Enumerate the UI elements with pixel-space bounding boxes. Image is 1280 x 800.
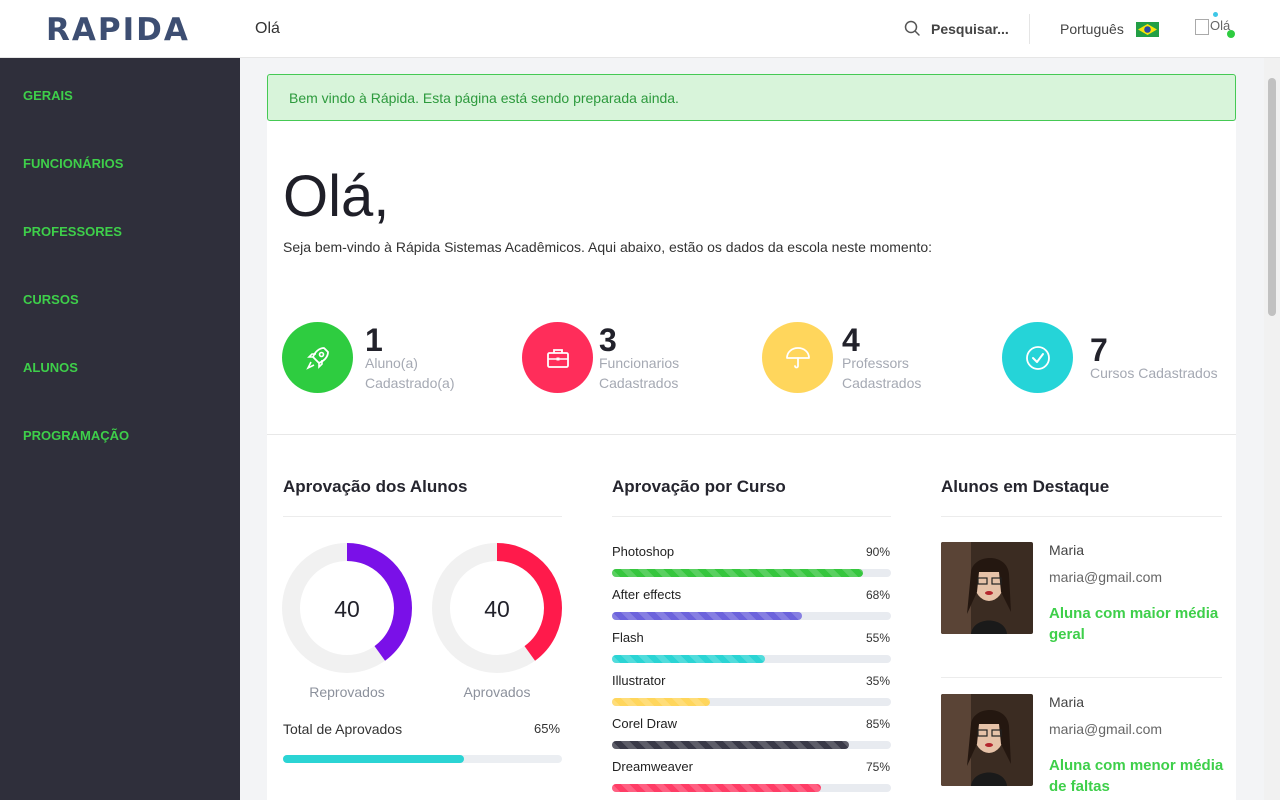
language-label: Português [1060,21,1124,37]
course-percent: 75% [866,760,891,774]
course-percent: 35% [866,674,891,688]
course-progress-fill [612,569,864,577]
online-status-dot [1227,30,1235,38]
page-scrollbar[interactable] [1264,58,1280,800]
search-icon[interactable] [903,19,923,39]
donut-label-aprovados: Aprovados [463,684,531,700]
course-label: Dreamweaver [612,759,693,774]
course-percent: 55% [866,631,891,645]
featured-title: Alunos em Destaque [941,477,1110,496]
approval-divider [283,516,562,517]
total-approved-percent: 65% [534,721,561,736]
broken-image-icon [1195,18,1209,35]
donut-label-reprovados: Reprovados [309,684,385,700]
course-progress-bar [612,784,891,792]
courses-divider [612,516,891,517]
rocket-icon [282,322,353,393]
stat-professors-label: Professors Cadastrados [842,355,922,391]
student-highlight: Aluna com maior média geral [1049,605,1219,643]
donut-value-reprovados: 40 [334,596,360,622]
hero-subtitle: Seja bem-vindo à Rápida Sistemas Acadêmi… [283,239,933,255]
course-progress-bar [612,569,891,577]
sidebar: GERAIS FUNCIONÁRIOS PROFESSORES CURSOS A… [0,58,240,800]
sidebar-item-gerais[interactable]: GERAIS [23,88,73,103]
scrollbar-thumb[interactable] [1268,78,1276,316]
sidebar-item-professores[interactable]: PROFESSORES [23,224,122,239]
course-percent: 68% [866,588,891,602]
student-email: maria@gmail.com [1049,721,1163,737]
check-circle-icon [1002,322,1073,393]
course-progress-bar [612,612,891,620]
stat-employees-label: Funcionarios Cadastrados [599,355,680,391]
total-approved-progress [283,755,562,763]
top-header: RAPIDA Olá Português Olá [0,0,1280,58]
student-divider [941,677,1222,678]
welcome-alert: Bem vindo à Rápida. Esta página está sen… [267,74,1236,121]
student-name: Maria [1049,694,1085,710]
search-input[interactable] [931,21,1026,37]
header-divider [1029,14,1030,44]
student-photo [941,694,1033,786]
sidebar-item-alunos[interactable]: ALUNOS [23,360,78,375]
student-email: maria@gmail.com [1049,569,1163,585]
course-label: Photoshop [612,544,675,559]
course-progress-fill [612,612,802,620]
course-progress-fill [612,784,822,792]
sidebar-item-funcionarios[interactable]: FUNCIONÁRIOS [23,156,123,171]
search-box[interactable] [903,19,1026,39]
user-avatar[interactable]: Olá [1195,18,1230,35]
stat-students-label: Aluno(a) Cadastrado(a) [365,355,455,391]
course-progress-fill [612,741,850,749]
course-progress-bar [612,698,891,706]
language-selector[interactable]: Português [1060,21,1159,37]
app-logo[interactable]: RAPIDA [46,12,190,48]
brazil-flag-icon [1135,21,1159,37]
course-progress-bar [612,741,891,749]
course-label: Illustrator [612,673,666,688]
course-percent: 90% [866,545,891,559]
course-label: Corel Draw [612,716,678,731]
course-label: Flash [612,630,644,645]
approval-title: Aprovação dos Alunos [283,477,468,496]
page-title: Olá [255,20,280,37]
student-name: Maria [1049,542,1085,558]
course-progress-fill [612,698,710,706]
total-approved-progress-fill [283,755,465,763]
course-progress-bar [612,655,891,663]
courses-title: Aprovação por Curso [612,477,786,496]
total-approved-label: Total de Aprovados [283,721,403,737]
notification-dot [1213,12,1218,17]
sidebar-item-cursos[interactable]: CURSOS [23,292,79,307]
student-photo [941,542,1033,634]
course-percent: 85% [866,717,891,731]
hero-heading: Olá, [283,164,390,229]
featured-divider [941,516,1222,517]
course-label: After effects [612,587,682,602]
umbrella-icon [762,322,833,393]
student-highlight: Aluna com menor média de faltas [1049,757,1224,795]
sidebar-item-programacao[interactable]: PROGRAMAÇÃO [23,428,129,443]
course-progress-fill [612,655,766,663]
donut-value-aprovados: 40 [484,596,510,622]
stat-courses-label: Cursos Cadastrados [1090,365,1218,381]
briefcase-icon [522,322,593,393]
